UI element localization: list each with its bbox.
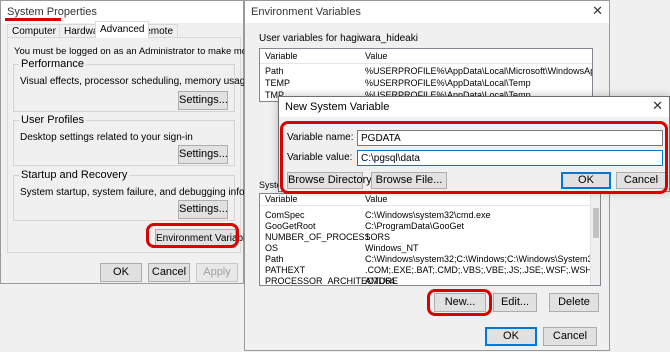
row-value: C:\Windows\system32;C:\Windows;C:\Window… [365,254,601,264]
user-variables-label: User variables for hagiwara_hideaki [259,33,418,44]
nsv-cancel-button[interactable]: Cancel [616,172,666,189]
scrollbar[interactable] [590,194,600,285]
user-col-variable[interactable]: Variable [265,51,297,61]
table-row[interactable]: TEMP %USERPROFILE%\AppData\Local\Temp [260,78,592,89]
row-value: %USERPROFILE%\AppData\Local\Temp [365,78,531,88]
env-ok-button[interactable]: OK [485,327,537,346]
table-row[interactable]: Path %USERPROFILE%\AppData\Local\Microso… [260,66,592,77]
system-properties-window: System Properties Computer Name Hardware… [0,0,341,284]
startup-recovery-group: Startup and Recovery System startup, sys… [13,169,278,221]
scrollbar-thumb[interactable] [593,208,599,238]
sp-apply-button[interactable]: Apply [196,263,238,282]
env-title: Environment Variables [251,6,361,18]
new-system-variable-dialog: New System Variable ✕ Variable name: PGD… [278,96,670,194]
browse-directory-button[interactable]: Browse Directory... [287,172,380,189]
row-variable: GooGetRoot [265,221,316,231]
user-profiles-title: User Profiles [19,114,86,126]
user-variables-list[interactable]: Variable Value Path %USERPROFILE%\AppDat… [259,48,593,102]
variable-name-field[interactable]: PGDATA [357,130,663,146]
system-properties-title: System Properties [7,6,97,18]
row-variable: ComSpec [265,210,305,220]
row-variable: PATHEXT [265,265,306,275]
env-cancel-button[interactable]: Cancel [543,327,597,346]
table-row[interactable]: Path C:\Windows\system32;C:\Windows;C:\W… [260,254,600,265]
user-col-value[interactable]: Value [365,51,387,61]
sp-cancel-button[interactable]: Cancel [148,263,190,282]
row-value: Windows_NT [365,243,419,253]
system-variables-list[interactable]: Variable Value ComSpec C:\Windows\system… [259,193,601,286]
system-properties-titlebar[interactable]: System Properties [1,1,243,23]
variable-value-label: Variable value: [287,152,353,163]
close-icon[interactable]: ✕ [592,4,603,18]
performance-settings-button[interactable]: Settings... [178,91,228,110]
system-col-value[interactable]: Value [365,194,387,204]
table-row[interactable]: PROCESSOR_ARCHITECTURE AMD64 [260,276,600,286]
row-variable: NUMBER_OF_PROCESSORS [265,232,391,242]
performance-title: Performance [19,58,86,70]
tab-advanced[interactable]: Advanced [95,21,150,38]
row-variable: TEMP [265,78,291,88]
system-list-header: Variable Value [260,194,600,206]
startup-recovery-settings-button[interactable]: Settings... [178,200,228,219]
row-value: AMD64 [365,276,396,286]
delete-variable-button[interactable]: Delete [549,293,599,312]
browse-file-button[interactable]: Browse File... [371,172,447,189]
row-value: C:\Windows\system32\cmd.exe [365,210,491,220]
system-col-variable[interactable]: Variable [265,194,297,204]
new-variable-title: New System Variable [285,101,390,113]
nsv-ok-button[interactable]: OK [561,172,611,189]
user-profiles-group: User Profiles Desktop settings related t… [13,114,235,166]
sp-ok-button[interactable]: OK [100,263,142,282]
user-profiles-settings-button[interactable]: Settings... [178,145,228,164]
variable-value-field[interactable]: C:\pgsql\data [357,150,663,166]
row-variable: Path [265,254,284,264]
startup-recovery-text: System startup, system failure, and debu… [20,187,278,198]
user-list-header: Variable Value [260,49,592,64]
user-profiles-text: Desktop settings related to your sign-in [20,132,193,143]
new-variable-button[interactable]: New... [434,293,486,312]
new-variable-titlebar[interactable]: New System Variable ✕ [279,97,669,117]
table-row[interactable]: PATHEXT .COM;.EXE;.BAT;.CMD;.VBS;.VBE;.J… [260,265,600,276]
row-value: %USERPROFILE%\AppData\Local\Microsoft\Wi… [365,66,593,76]
tab-panel: You must be logged on as an Administrato… [7,37,341,253]
row-value: 1 [365,232,371,242]
table-row[interactable]: OS Windows_NT [260,243,600,254]
table-row[interactable]: ComSpec C:\Windows\system32\cmd.exe [260,210,600,221]
close-icon[interactable]: ✕ [652,99,663,113]
table-row[interactable]: GooGetRoot C:\ProgramData\GooGet [260,221,600,232]
row-variable: Path [265,66,284,76]
row-variable: OS [265,243,279,253]
env-titlebar[interactable]: Environment Variables ✕ [245,1,609,23]
row-value: C:\ProgramData\GooGet [365,221,465,231]
edit-variable-button[interactable]: Edit... [493,293,537,312]
row-value: .COM;.EXE;.BAT;.CMD;.VBS;.VBE;.JS;.JSE;.… [365,265,601,275]
table-row[interactable]: NUMBER_OF_PROCESSORS 1 [260,232,600,243]
variable-name-label: Variable name: [287,132,354,143]
environment-variables-button[interactable]: Environment Variables... [155,229,264,248]
startup-recovery-title: Startup and Recovery [19,169,130,181]
performance-group: Performance Visual effects, processor sc… [13,58,341,112]
